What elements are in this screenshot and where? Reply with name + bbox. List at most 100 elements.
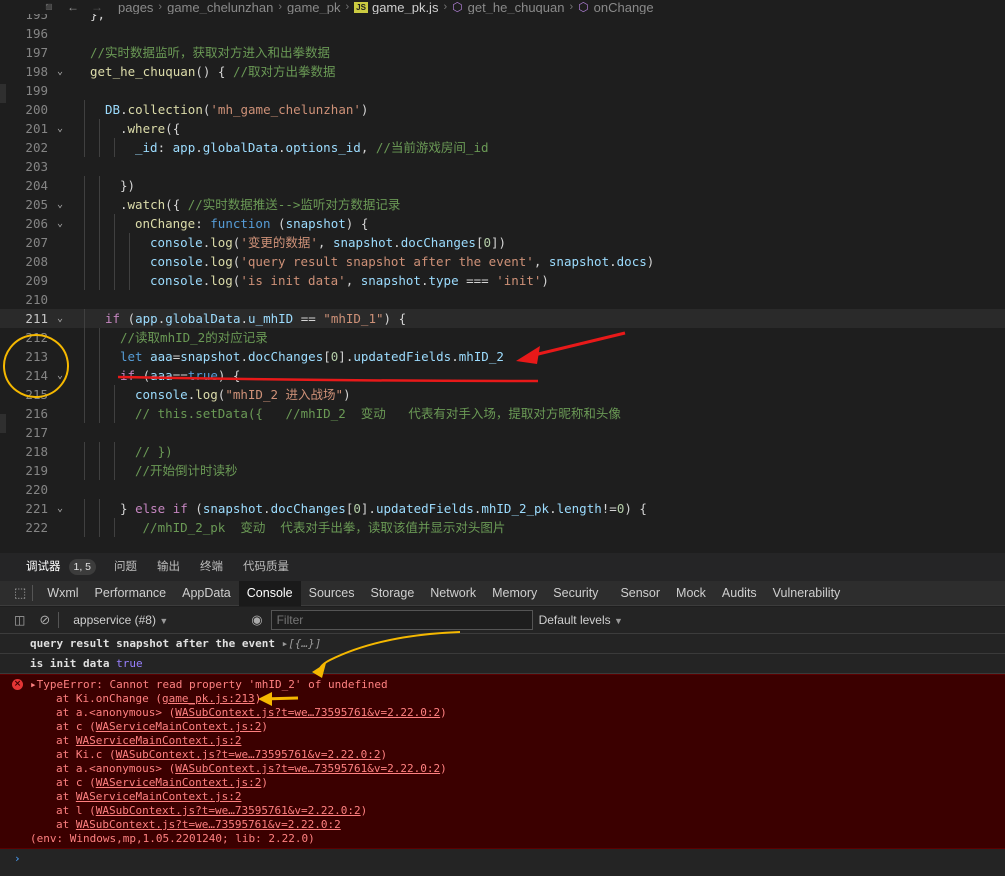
code-line[interactable]: 215 console.log("mhID_2 进入战场") (0, 385, 1005, 404)
eye-icon[interactable]: ◉ (251, 612, 262, 628)
log-object[interactable]: ▸[{…}] (282, 637, 322, 650)
code-line[interactable]: 216 // this.setData({ //mhID_2 变动 代表有对手入场… (0, 404, 1005, 423)
indent-guide (99, 252, 100, 271)
source-link[interactable]: WAServiceMainContext.js:2 (76, 790, 242, 803)
source-link[interactable]: WASubContext.js?t=we…73595761&v=2.22.0:2 (175, 706, 440, 719)
tab-mock[interactable]: Mock (668, 581, 714, 606)
fold-chevron-icon[interactable]: ⌄ (54, 499, 66, 518)
code-line[interactable]: 208 console.log('query result snapshot af… (0, 252, 1005, 271)
code-line[interactable]: 209 console.log('is init data', snapshot.… (0, 271, 1005, 290)
source-link[interactable]: WAServiceMainContext.js:2 (76, 734, 242, 747)
sidebar-toggle-icon[interactable]: ◫ (14, 613, 25, 627)
code-line[interactable]: 202 _id: app.globalData.options_id, //当前游… (0, 138, 1005, 157)
breadcrumb-method[interactable]: get_he_chuquan (468, 0, 565, 15)
tab-sensor[interactable]: Sensor (606, 581, 668, 606)
code-line[interactable]: 207 console.log('变更的数据', snapshot.docChan… (0, 233, 1005, 252)
code-line[interactable]: 220 (0, 480, 1005, 499)
code-line[interactable]: 214 ⌄ if (aaa==true) { (0, 366, 1005, 385)
code-line[interactable]: 195}, (0, 14, 1005, 24)
breadcrumb-file[interactable]: game_pk.js (372, 0, 438, 15)
tab-sources[interactable]: Sources (301, 581, 363, 606)
source-link[interactable]: WAServiceMainContext.js:2 (96, 720, 262, 733)
stack-frame: at WASubContext.js?t=we…73595761&v=2.22.… (56, 818, 341, 831)
indent-guide (84, 214, 85, 233)
code-line[interactable]: 221 ⌄} else if (snapshot.docChanges[0].up… (0, 499, 1005, 518)
fold-chevron-icon[interactable]: ⌄ (54, 195, 66, 214)
source-link[interactable]: WASubContext.js?t=we…73595761&v=2.22.0:2 (96, 804, 361, 817)
code-line[interactable]: 222 //mhID_2_pk 变动 代表对手出拳，读取该值并显示对头图片 (0, 518, 1005, 537)
clear-console-icon[interactable]: ⊘ (39, 612, 50, 628)
tab-code-quality[interactable]: 代码质量 (233, 553, 299, 581)
tab-problems[interactable]: 问题 (104, 553, 147, 581)
fold-chevron-icon[interactable]: ⌄ (54, 119, 66, 138)
code-line[interactable]: 197 //实时数据监听，获取对方进入和出拳数据 (0, 43, 1005, 62)
breadcrumb-segment[interactable]: game_chelunzhan (167, 0, 273, 15)
source-link[interactable]: WAServiceMainContext.js:2 (96, 776, 262, 789)
method-cube-icon: ⬡ (578, 0, 589, 14)
cursor-position-badge: 1, 5 (68, 559, 97, 575)
fold-chevron-icon[interactable]: ⌄ (54, 366, 66, 385)
console-error-entry: × ▸TypeError: Cannot read property 'mhID… (0, 674, 1005, 849)
code-line[interactable]: 210 (0, 290, 1005, 309)
breadcrumb-segment[interactable]: game_pk (287, 0, 340, 15)
console-prompt[interactable]: › (0, 849, 1005, 869)
levels-select[interactable]: Default levels ▼ (539, 613, 623, 627)
error-stack: at Ki.onChange (game_pk.js:213) at a.<ano… (0, 692, 1005, 832)
source-link[interactable]: WASubContext.js?t=we…73595761&v=2.22.0:2 (76, 818, 341, 831)
tab-security[interactable]: Security (545, 581, 606, 606)
tab-network[interactable]: Network (422, 581, 484, 606)
tab-memory[interactable]: Memory (484, 581, 545, 606)
code-line[interactable]: 201 ⌄ .where({ (0, 119, 1005, 138)
tab-wxml[interactable]: Wxml (39, 581, 86, 606)
tab-audits[interactable]: Audits (714, 581, 765, 606)
tab-terminal[interactable]: 终端 (190, 553, 233, 581)
indent-guide (99, 271, 100, 290)
tab-debugger[interactable]: 调试器 (0, 553, 69, 581)
fold-chevron-icon[interactable]: ⌄ (54, 309, 66, 328)
breadcrumb-segment[interactable]: pages (118, 0, 153, 15)
bookmark-icon[interactable]: ◾ (40, 0, 58, 14)
code-line[interactable]: 200 DB.collection('mh_game_chelunzhan') (0, 100, 1005, 119)
code-line[interactable]: 203 (0, 157, 1005, 176)
code-line[interactable]: 219 //开始倒计时读秒 (0, 461, 1005, 480)
forward-arrow-icon[interactable]: → (88, 0, 106, 14)
back-arrow-icon[interactable]: ← (64, 0, 82, 14)
code-line[interactable]: 205 ⌄ .watch({ //实时数据推送-->监听对方数据记录 (0, 195, 1005, 214)
code-line[interactable]: 198 ⌄ get_he_chuquan() { //取对方出拳数据 (0, 62, 1005, 81)
code-editor[interactable]: 195}, 196 197 //实时数据监听，获取对方进入和出拳数据 198 ⌄ get_h… (0, 14, 1005, 548)
log-text: is init data (30, 657, 117, 670)
stack-frame: at WAServiceMainContext.js:2 (56, 790, 242, 803)
code-line[interactable]: 211 ⌄ if (app.globalData.u_mhID == "mhID_1… (0, 309, 1005, 328)
tab-console[interactable]: Console (238, 580, 301, 606)
code-line[interactable]: 199 (0, 81, 1005, 100)
error-icon: × (12, 679, 23, 690)
error-message[interactable]: ▸TypeError: Cannot read property 'mhID_2… (0, 678, 1005, 692)
code-line[interactable]: 217 (0, 423, 1005, 442)
indent-guide (129, 233, 130, 252)
fold-chevron-icon[interactable]: ⌄ (54, 214, 66, 233)
indent-guide (99, 119, 100, 138)
tab-performance[interactable]: Performance (87, 581, 175, 606)
fold-chevron-icon[interactable]: ⌄ (54, 62, 66, 81)
code-line[interactable]: 218 // }) (0, 442, 1005, 461)
source-link[interactable]: WASubContext.js?t=we…73595761&v=2.22.0:2 (116, 748, 381, 761)
inspect-element-icon[interactable]: ⬚ (14, 585, 26, 601)
console-output[interactable]: query result snapshot after the event ▸[… (0, 634, 1005, 876)
tab-output[interactable]: 输出 (147, 553, 190, 581)
code-line[interactable]: 213 let aaa=snapshot.docChanges[0].update… (0, 347, 1005, 366)
context-select[interactable]: appservice (#8) ▼ (73, 613, 251, 627)
code-line[interactable]: 204}) (0, 176, 1005, 195)
breadcrumb-method[interactable]: onChange (594, 0, 654, 15)
tab-vulnerability[interactable]: Vulnerability (765, 581, 849, 606)
line-number: 197 (25, 45, 48, 60)
tab-appdata[interactable]: AppData (174, 581, 239, 606)
code-line[interactable]: 212 //读取mhID_2的对应记录 (0, 328, 1005, 347)
line-number: 203 (25, 159, 48, 174)
source-link[interactable]: game_pk.js:213 (162, 692, 255, 705)
filter-input[interactable] (270, 610, 533, 630)
tab-storage[interactable]: Storage (363, 581, 423, 606)
code-line[interactable]: 206 ⌄ onChange: function (snapshot) { (0, 214, 1005, 233)
line-number: 202 (25, 140, 48, 155)
code-line[interactable]: 196 (0, 24, 1005, 43)
source-link[interactable]: WASubContext.js?t=we…73595761&v=2.22.0:2 (175, 762, 440, 775)
